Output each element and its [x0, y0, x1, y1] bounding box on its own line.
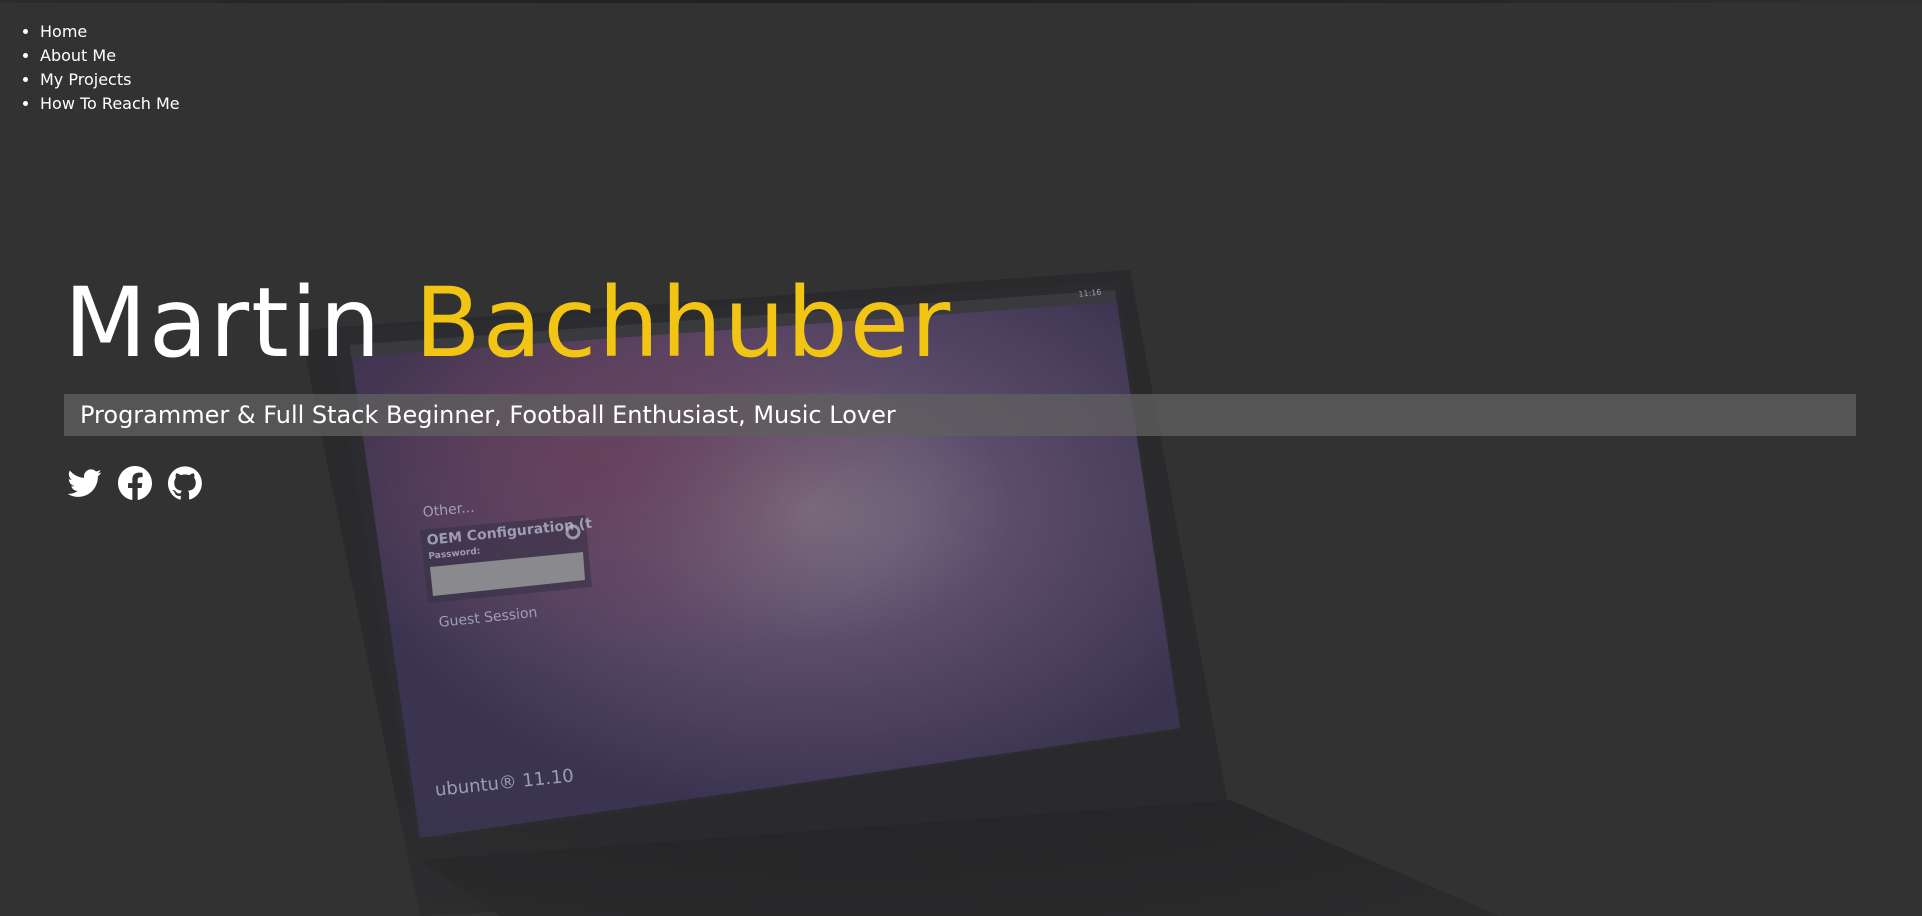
nav-link-home[interactable]: Home	[40, 22, 87, 41]
nav-link-about[interactable]: About Me	[40, 46, 116, 65]
nav-link-projects[interactable]: My Projects	[40, 70, 131, 89]
tagline-bar: Programmer & Full Stack Beginner, Footba…	[64, 394, 1856, 436]
hero-title: Martin Bachhuber	[64, 258, 952, 388]
tagline: Programmer & Full Stack Beginner, Footba…	[80, 401, 896, 429]
social-links	[68, 466, 202, 500]
nav-item-contact: How To Reach Me	[40, 92, 180, 116]
github-link[interactable]	[168, 466, 202, 500]
hero-last-name: Bachhuber	[414, 267, 953, 379]
nav-item-about: About Me	[40, 44, 180, 68]
facebook-icon	[118, 466, 152, 500]
github-icon	[168, 466, 202, 500]
hero-first-name: Martin	[64, 267, 383, 379]
main-nav: Home About Me My Projects How To Reach M…	[24, 20, 180, 116]
nav-link-contact[interactable]: How To Reach Me	[40, 94, 180, 113]
twitter-icon	[68, 469, 102, 497]
facebook-link[interactable]	[118, 466, 152, 500]
twitter-link[interactable]	[68, 466, 102, 500]
nav-item-projects: My Projects	[40, 68, 180, 92]
nav-item-home: Home	[40, 20, 180, 44]
background-laptop-photo	[0, 0, 1922, 916]
